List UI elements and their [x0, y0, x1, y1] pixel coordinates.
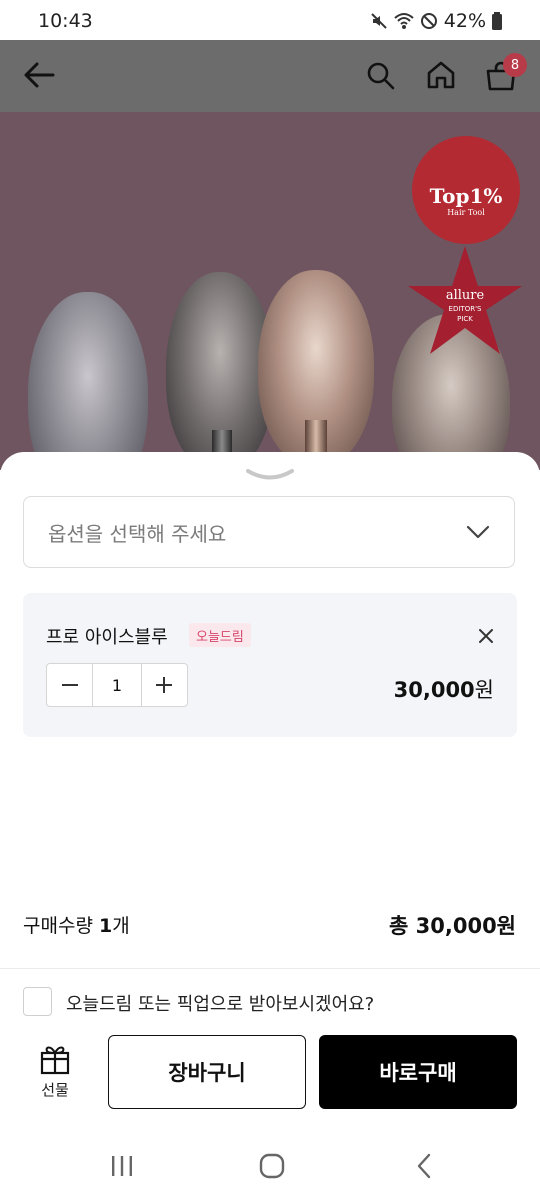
back-button[interactable] [20, 56, 58, 94]
purchase-quantity-value: 1 [98, 915, 113, 937]
back-nav-button[interactable] [402, 1150, 446, 1182]
selected-option-name: 프로 아이스블루 [46, 627, 168, 648]
home-button[interactable] [422, 57, 460, 93]
quantity-stepper: 1 [46, 663, 188, 707]
search-button[interactable] [362, 58, 400, 94]
search-icon [367, 62, 395, 90]
back-chevron-icon [417, 1153, 431, 1179]
decrease-quantity-button[interactable] [47, 664, 92, 706]
home-circle-icon [259, 1153, 285, 1179]
wifi-icon [394, 13, 414, 29]
divider [0, 968, 540, 969]
back-arrow-icon [24, 62, 55, 88]
quantity-value[interactable]: 1 [92, 664, 142, 706]
battery-percent: 42% [443, 10, 486, 32]
option-price-value: 30,000 [393, 678, 475, 702]
delivery-option-label: 오늘드림 또는 픽업으로 받아보시겠어요? [66, 994, 375, 1015]
remove-option-button[interactable] [472, 622, 500, 650]
purchase-quantity-prefix: 구매수량 [23, 915, 99, 937]
add-to-cart-button[interactable]: 장바구니 [108, 1035, 306, 1109]
today-delivery-badge: 오늘드림 [189, 623, 251, 647]
do-not-disturb-icon [420, 13, 437, 29]
cart-count-badge: 8 [503, 53, 527, 77]
total-price: 총 30,000원 [389, 910, 516, 940]
recent-apps-icon [112, 1156, 132, 1176]
option-select-placeholder: 옵션을 선택해 주세요 [48, 521, 227, 546]
award-subtitle: Hair Tool [447, 207, 485, 217]
brush-silver [28, 292, 148, 470]
status-time: 10:43 [38, 10, 93, 32]
battery-icon [492, 12, 502, 30]
increase-quantity-button[interactable] [142, 664, 187, 706]
total-price-prefix: 총 [389, 914, 416, 938]
sheet-collapse-handle-icon[interactable] [244, 466, 296, 484]
gift-button[interactable]: 선물 [30, 1043, 80, 1105]
award-badge: Top1% Hair Tool [412, 136, 520, 244]
purchase-quantity-summary: 구매수량 1개 [23, 911, 130, 938]
status-icons: 42% [370, 10, 502, 32]
mute-icon [371, 13, 387, 29]
plus-icon [156, 677, 173, 693]
editor-badge-line3: PICK [457, 315, 473, 323]
option-select-dropdown[interactable]: 옵션을 선택해 주세요 [23, 496, 515, 568]
purchase-quantity-suffix: 개 [112, 915, 130, 937]
editor-pick-star-icon: allure EDITOR'S PICK [408, 246, 522, 354]
buy-now-button[interactable]: 바로구매 [319, 1035, 517, 1109]
home-icon [427, 61, 455, 89]
total-price-value: 30,000원 [415, 914, 516, 938]
option-price-unit: 원 [474, 678, 494, 702]
home-nav-button[interactable] [250, 1150, 294, 1182]
close-icon [479, 629, 493, 643]
chevron-down-icon [466, 525, 490, 539]
editor-badge-line1: allure [446, 288, 485, 303]
option-price: 30,000원 [394, 674, 494, 704]
recent-apps-button[interactable] [100, 1150, 144, 1182]
gift-icon [40, 1046, 70, 1075]
editor-badge-line2: EDITOR'S [449, 305, 482, 313]
minus-icon [61, 684, 78, 686]
gift-label: 선물 [41, 1081, 69, 1099]
delivery-option-checkbox[interactable] [23, 987, 52, 1016]
award-title: Top1% [429, 183, 503, 208]
